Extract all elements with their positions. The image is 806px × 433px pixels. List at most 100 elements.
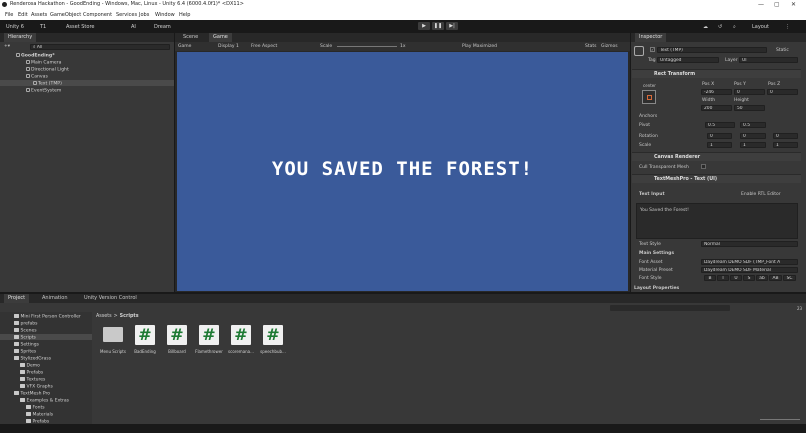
rotation-y-field[interactable]: 0: [740, 133, 766, 139]
menu-jobs[interactable]: Jobs: [139, 12, 149, 18]
canvas-renderer-header[interactable]: Canvas Renderer: [632, 152, 801, 161]
history-icon[interactable]: ↺: [718, 24, 722, 30]
menu-component[interactable]: Component: [83, 12, 112, 18]
project-tree-item[interactable]: Mini First Person Controller: [14, 314, 81, 319]
layer-dropdown[interactable]: UI: [739, 57, 798, 63]
scale-slider[interactable]: [337, 46, 397, 47]
more-icon[interactable]: ⋮: [785, 24, 790, 30]
layout-dropdown[interactable]: Layout: [752, 24, 769, 30]
menu-file[interactable]: File: [5, 12, 13, 18]
asset-store-button[interactable]: Asset Store: [66, 24, 94, 30]
font-style-strike[interactable]: S: [743, 275, 755, 281]
cull-transparent-checkbox[interactable]: [701, 164, 706, 169]
project-tree-item[interactable]: TextMesh Pro: [14, 391, 50, 396]
asset-script[interactable]: # BadEnding: [130, 325, 160, 354]
scale-z-field[interactable]: 1: [773, 142, 798, 148]
ai-button[interactable]: AI: [131, 24, 136, 30]
maximize-icon[interactable]: ▢: [774, 1, 780, 8]
pos-y-field[interactable]: 0: [734, 89, 765, 95]
project-tree-item[interactable]: Sprites: [14, 349, 36, 354]
pivot-y-field[interactable]: 0.5: [740, 122, 766, 128]
project-tree-item[interactable]: Settings: [14, 342, 39, 347]
hierarchy-item-main-camera[interactable]: Main Camera: [26, 60, 61, 66]
hierarchy-item-directional-light[interactable]: Directional Light: [26, 67, 69, 73]
hierarchy-search-input[interactable]: ⌕ All: [30, 44, 170, 50]
text-style-dropdown[interactable]: Normal: [701, 241, 798, 247]
textmeshpro-header[interactable]: TextMeshPro - Text (UI): [632, 174, 801, 183]
font-style-bold[interactable]: B: [704, 275, 716, 281]
font-style-uppercase[interactable]: AB: [769, 275, 782, 281]
anchors-foldout[interactable]: Anchors: [639, 114, 657, 119]
static-toggle[interactable]: Static: [776, 48, 789, 53]
hierarchy-item-text-tmp[interactable]: Text (TMP): [33, 81, 62, 87]
account-button[interactable]: Unity 6: [6, 24, 24, 30]
play-button[interactable]: ▶: [418, 22, 430, 30]
project-tree-item[interactable]: Materials: [26, 412, 53, 417]
project-tree-item[interactable]: Demo: [20, 363, 40, 368]
step-button[interactable]: ▶|: [446, 22, 458, 30]
asset-script[interactable]: # speechbub...: [258, 325, 288, 354]
scale-x-field[interactable]: 1: [707, 142, 732, 148]
display-dropdown[interactable]: Display 1: [218, 44, 239, 49]
menu-services[interactable]: Services: [116, 12, 137, 18]
width-field[interactable]: 200: [701, 105, 732, 111]
scale-y-field[interactable]: 1: [740, 142, 766, 148]
rotation-z-field[interactable]: 0: [773, 133, 798, 139]
project-tree-item-scripts[interactable]: Scripts: [14, 335, 36, 340]
font-style-lowercase[interactable]: ab: [756, 275, 768, 281]
rect-transform-header[interactable]: Rect Transform: [632, 69, 801, 78]
pos-z-field[interactable]: 0: [767, 89, 798, 95]
menu-help[interactable]: Help: [179, 12, 190, 18]
asset-script[interactable]: # Billboard: [162, 325, 192, 354]
pos-x-field[interactable]: -246: [701, 89, 732, 95]
project-tree-item[interactable]: Scenes: [14, 328, 37, 333]
project-search-input[interactable]: [610, 305, 730, 311]
dream-button[interactable]: Dream: [154, 24, 171, 30]
stats-button[interactable]: Stats: [585, 44, 597, 49]
play-mode-dropdown[interactable]: Play Maximized: [462, 44, 497, 49]
project-tree-item[interactable]: Examples & Extras: [20, 398, 69, 403]
add-icon[interactable]: +▾: [4, 44, 10, 49]
pivot-x-field[interactable]: 0.5: [705, 122, 735, 128]
minimize-icon[interactable]: —: [758, 1, 764, 8]
anchor-preset-button[interactable]: [642, 90, 656, 104]
font-style-smallcaps[interactable]: SC: [783, 275, 796, 281]
aspect-dropdown[interactable]: Free Aspect: [251, 44, 277, 49]
menu-gameobject[interactable]: GameObject: [50, 12, 81, 18]
object-name-field[interactable]: Text (TMP): [657, 47, 767, 53]
material-preset-dropdown[interactable]: Daydream DEMO SDF Material: [701, 267, 798, 273]
tab-project[interactable]: Project: [4, 294, 30, 303]
t1-button[interactable]: T1: [40, 24, 46, 30]
tab-inspector[interactable]: Inspector: [635, 33, 667, 42]
project-tree-item[interactable]: Fonts: [26, 405, 45, 410]
tab-version-control[interactable]: Unity Version Control: [80, 294, 141, 303]
close-icon[interactable]: ✕: [791, 1, 796, 8]
asset-script[interactable]: # Flamethrower: [194, 325, 224, 354]
font-style-italic[interactable]: I: [717, 275, 729, 281]
text-input-area[interactable]: You Saved the Forest!: [636, 203, 798, 239]
tab-animation[interactable]: Animation: [38, 294, 72, 303]
tab-hierarchy[interactable]: Hierarchy: [4, 33, 37, 42]
game-viewport[interactable]: YOU SAVED THE FOREST!: [177, 52, 628, 291]
pause-button[interactable]: ❚❚: [432, 22, 444, 30]
zoom-slider[interactable]: [760, 419, 800, 420]
project-tree-item[interactable]: VFX Graphs: [20, 384, 53, 389]
project-tree-item[interactable]: Textures: [20, 377, 45, 382]
menu-edit[interactable]: Edit: [18, 12, 28, 18]
tab-game[interactable]: Game: [209, 33, 232, 42]
menu-assets[interactable]: Assets: [31, 12, 47, 18]
asset-script[interactable]: # scoremana...: [226, 325, 256, 354]
font-style-underline[interactable]: U: [730, 275, 742, 281]
search-icon[interactable]: ⌕: [733, 24, 736, 30]
rotation-x-field[interactable]: 0: [707, 133, 732, 139]
asset-folder[interactable]: Menu Scripts: [98, 325, 128, 354]
hierarchy-item-canvas[interactable]: Canvas: [26, 74, 48, 80]
breadcrumb-scripts[interactable]: Scripts: [120, 314, 139, 319]
menu-window[interactable]: Window: [155, 12, 175, 18]
active-checkbox[interactable]: ✓: [650, 47, 655, 52]
hierarchy-item-eventsystem[interactable]: EventSystem: [26, 88, 61, 94]
cloud-icon[interactable]: ☁: [703, 24, 708, 30]
breadcrumb-assets[interactable]: Assets: [96, 314, 112, 319]
project-tree-item[interactable]: Prefabs: [20, 370, 43, 375]
project-tree-item[interactable]: prefabs: [14, 321, 37, 326]
